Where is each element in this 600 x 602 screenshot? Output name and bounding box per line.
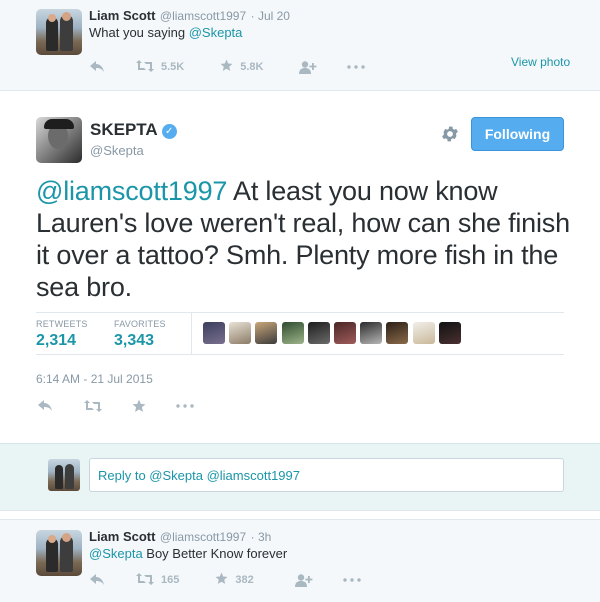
liam-avatar[interactable] bbox=[36, 9, 82, 55]
retweet-icon bbox=[136, 572, 154, 588]
main-tweet-text: @liamscott1997 At least you now know Lau… bbox=[36, 175, 576, 303]
tweet-text-body: Boy Better Know forever bbox=[142, 546, 288, 561]
favoriter-avatar[interactable] bbox=[229, 322, 251, 344]
retweets-stat[interactable]: RETWEETS 2,314 bbox=[36, 319, 88, 350]
reply-icon[interactable] bbox=[38, 400, 52, 412]
tweet-text: What you saying @Skepta bbox=[89, 25, 242, 40]
author-handle[interactable]: @liamscott1997 bbox=[160, 9, 246, 23]
star-icon bbox=[215, 572, 228, 588]
favorites-value: 3,343 bbox=[114, 332, 155, 349]
follow-user-icon[interactable] bbox=[298, 60, 317, 74]
divider bbox=[36, 312, 564, 313]
top-tweet[interactable]: Liam Scott @liamscott1997 · Jul 20 What … bbox=[0, 0, 600, 91]
more-icon[interactable] bbox=[346, 65, 365, 69]
favoriter-avatar[interactable] bbox=[334, 322, 356, 344]
view-photo-link[interactable]: View photo bbox=[511, 55, 570, 69]
favorites-stat[interactable]: FAVORITES 3,343 bbox=[114, 319, 166, 350]
favoriter-avatar[interactable] bbox=[413, 322, 435, 344]
bottom-tweet-header: Liam Scott @liamscott1997 · 3h bbox=[89, 528, 271, 546]
favoriter-avatar[interactable] bbox=[360, 322, 382, 344]
bottom-tweet-actions: 165 382 bbox=[90, 572, 361, 588]
tweet-text-prefix: What you saying bbox=[89, 25, 189, 40]
retweet-count: 5.5K bbox=[161, 61, 185, 73]
favoriter-avatar[interactable] bbox=[439, 322, 461, 344]
author-name[interactable]: Liam Scott bbox=[89, 529, 155, 544]
retweet-icon bbox=[136, 59, 154, 75]
retweet-button[interactable]: 165 bbox=[136, 572, 180, 588]
top-tweet-header: Liam Scott @liamscott1997 · Jul 20 bbox=[89, 7, 290, 25]
author-handle[interactable]: @liamscott1997 bbox=[160, 530, 246, 544]
divider bbox=[36, 354, 564, 355]
reply-input[interactable]: Reply to @Skepta @liamscott1997 bbox=[89, 458, 564, 492]
favorite-count: 5.8K bbox=[240, 61, 264, 73]
liam-avatar[interactable] bbox=[36, 530, 82, 576]
favoriter-avatar[interactable] bbox=[203, 322, 225, 344]
tweet-text: @Skepta Boy Better Know forever bbox=[89, 546, 287, 561]
favorites-label: FAVORITES bbox=[114, 319, 166, 329]
user-avatar bbox=[48, 459, 80, 491]
favorite-count: 382 bbox=[235, 574, 254, 586]
retweet-icon[interactable] bbox=[84, 400, 102, 412]
retweets-value: 2,314 bbox=[36, 332, 77, 349]
more-icon[interactable] bbox=[343, 578, 361, 582]
main-tweet-actions bbox=[38, 399, 194, 413]
main-author: SKEPTA ✓ bbox=[90, 120, 177, 140]
author-name[interactable]: Liam Scott bbox=[89, 8, 155, 23]
tweet-time[interactable]: · Jul 20 bbox=[251, 9, 290, 23]
gear-icon[interactable] bbox=[440, 124, 460, 149]
more-icon[interactable] bbox=[176, 404, 194, 408]
favoriter-avatar[interactable] bbox=[255, 322, 277, 344]
following-button[interactable]: Following bbox=[471, 117, 564, 151]
mention-link[interactable]: @Skepta bbox=[189, 25, 243, 40]
mention-link[interactable]: @liamscott1997 bbox=[36, 176, 227, 206]
retweet-count: 165 bbox=[161, 574, 180, 586]
bottom-tweet[interactable]: Liam Scott @liamscott1997 · 3h @Skepta B… bbox=[0, 519, 600, 602]
tweet-time[interactable]: · 3h bbox=[251, 530, 272, 544]
main-author-name[interactable]: SKEPTA bbox=[90, 120, 158, 139]
stats-separator bbox=[191, 312, 192, 354]
reply-icon[interactable] bbox=[90, 61, 104, 73]
favorite-button[interactable]: 5.8K bbox=[220, 59, 264, 75]
star-icon[interactable] bbox=[132, 399, 146, 413]
mention-link[interactable]: @Skepta bbox=[89, 546, 143, 561]
verified-icon: ✓ bbox=[161, 124, 177, 139]
top-tweet-actions: 5.5K 5.8K bbox=[90, 59, 365, 75]
retweet-button[interactable]: 5.5K bbox=[136, 59, 185, 75]
favorite-button[interactable]: 382 bbox=[215, 572, 254, 588]
tweet-timestamp[interactable]: 6:14 AM - 21 Jul 2015 bbox=[36, 372, 153, 386]
follow-user-icon[interactable] bbox=[294, 573, 313, 587]
reply-icon[interactable] bbox=[90, 574, 104, 586]
main-author-handle[interactable]: @Skepta bbox=[90, 143, 144, 158]
skepta-avatar[interactable] bbox=[36, 117, 82, 163]
retweets-label: RETWEETS bbox=[36, 319, 88, 329]
favoriter-avatar[interactable] bbox=[282, 322, 304, 344]
favoriter-avatar[interactable] bbox=[386, 322, 408, 344]
star-icon bbox=[220, 59, 233, 75]
favoriter-avatar[interactable] bbox=[308, 322, 330, 344]
